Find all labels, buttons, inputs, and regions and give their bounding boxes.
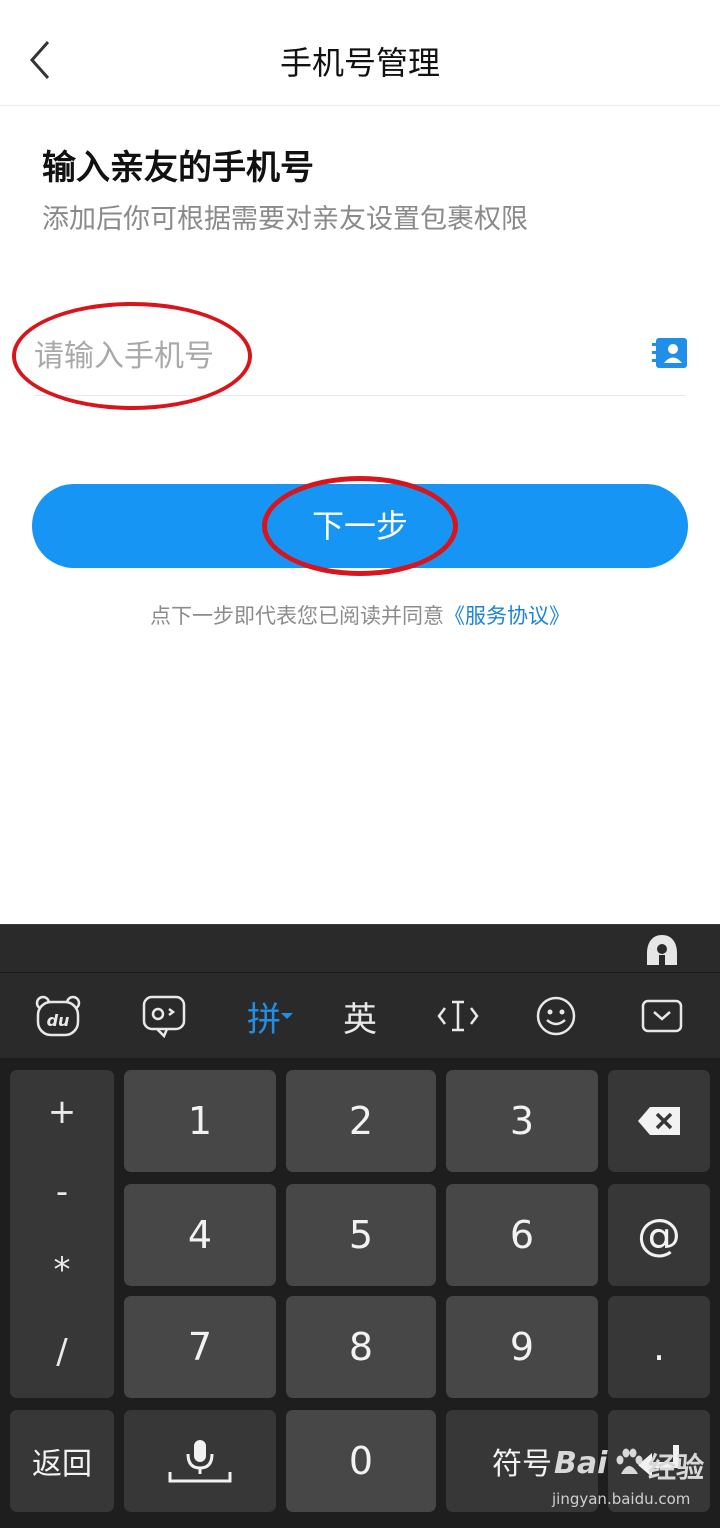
symbol-plus[interactable]: +: [10, 1092, 114, 1132]
symbol-slash[interactable]: /: [10, 1332, 114, 1372]
watermark-brand-suffix: 经验: [648, 1451, 705, 1484]
agreement-prefix: 点下一步即代表您已阅读并同意: [150, 604, 444, 628]
smiley-icon[interactable]: [532, 993, 580, 1039]
keyboard-toolbar: du 拼 英: [0, 972, 720, 1058]
header: 手机号管理: [0, 0, 720, 106]
baidu-paw-icon: [616, 1448, 643, 1474]
form-heading: 输入亲友的手机号: [42, 148, 314, 188]
pinyin-mode-tab[interactable]: 拼: [240, 993, 300, 1040]
symbol-minus[interactable]: -: [10, 1172, 114, 1212]
page-title: 手机号管理: [279, 44, 440, 82]
symbol-column-key[interactable]: + - * /: [10, 1070, 114, 1398]
keyboard-skin-icon[interactable]: [644, 933, 680, 967]
form-subheading: 添加后你可根据需要对亲友设置包裹权限: [42, 204, 528, 235]
watermark-url: jingyan.baidu.com: [552, 1490, 691, 1508]
phone-input[interactable]: [34, 326, 634, 386]
microphone-icon: [168, 1440, 232, 1483]
backspace-icon: [638, 1107, 680, 1135]
next-step-button[interactable]: 下一步: [32, 484, 688, 568]
svg-text:du: du: [47, 1011, 70, 1030]
watermark-brand: Bai: [554, 1446, 608, 1481]
caret-down-icon: [281, 1013, 293, 1019]
english-mode-tab[interactable]: 英: [336, 993, 384, 1040]
voice-input-key[interactable]: [124, 1410, 276, 1512]
pinyin-label: 拼: [247, 999, 281, 1040]
key-7[interactable]: 7: [124, 1296, 276, 1398]
key-2[interactable]: 2: [286, 1070, 436, 1172]
backspace-key[interactable]: [608, 1070, 710, 1172]
phone-input-row: [34, 318, 688, 396]
next-step-label: 下一步: [311, 507, 408, 545]
english-label: 英: [343, 999, 377, 1040]
symbol-asterisk[interactable]: *: [10, 1250, 114, 1290]
keyboard-top-bar: [0, 924, 720, 972]
contacts-icon[interactable]: [652, 336, 688, 370]
hide-keyboard-icon[interactable]: [638, 993, 686, 1039]
key-4[interactable]: 4: [124, 1184, 276, 1286]
key-8[interactable]: 8: [286, 1296, 436, 1398]
baidu-jingyan-watermark: Bai 经验 jingyan.baidu.com: [552, 1440, 720, 1526]
back-key[interactable]: 返回: [10, 1410, 114, 1512]
key-1[interactable]: 1: [124, 1070, 276, 1172]
key-0[interactable]: 0: [286, 1410, 436, 1512]
agreement-text: 点下一步即代表您已阅读并同意《服务协议》: [0, 600, 720, 630]
key-6[interactable]: 6: [446, 1184, 598, 1286]
key-3[interactable]: 3: [446, 1070, 598, 1172]
emoji-sticker-icon[interactable]: [140, 993, 188, 1039]
key-5[interactable]: 5: [286, 1184, 436, 1286]
dot-key[interactable]: .: [608, 1296, 710, 1398]
du-bear-icon[interactable]: du: [34, 993, 82, 1039]
at-key[interactable]: @: [608, 1184, 710, 1286]
service-agreement-link[interactable]: 《服务协议》: [444, 604, 570, 628]
key-9[interactable]: 9: [446, 1296, 598, 1398]
cursor-move-icon[interactable]: [434, 993, 482, 1039]
